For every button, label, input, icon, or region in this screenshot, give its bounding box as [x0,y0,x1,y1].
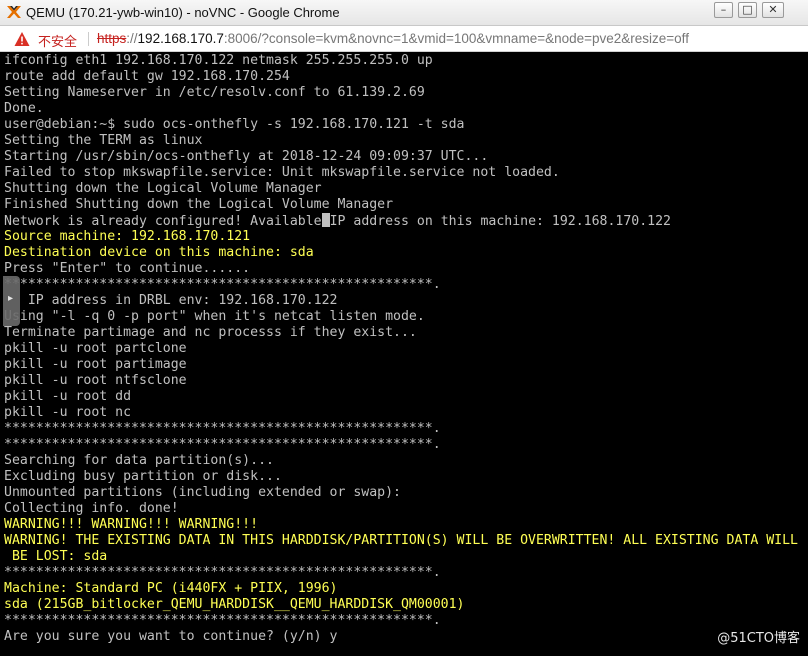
terminal-line: Excluding busy partition or disk... [4,469,282,484]
url-protocol: https [97,31,127,46]
terminal-line: pkill -u root partclone [4,341,187,356]
novnc-sidebar-handle[interactable]: ▸ [3,276,20,326]
terminal-line: Shutting down the Logical Volume Manager [4,181,322,196]
security-label[interactable]: 不安全 [38,31,77,50]
terminal-line: ****************************************… [4,437,441,452]
chevron-right-icon: ▸ [8,293,14,304]
terminal-line: pkill -u root ntfsclone [4,373,187,388]
terminal-line: Setting Nameserver in /etc/resolv.conf t… [4,85,425,100]
terminal-line: Starting /usr/sbin/ocs-onthefly at 2018-… [4,149,489,164]
maximize-button[interactable]: □ [738,2,757,18]
terminal-line: ****************************************… [4,613,441,628]
terminal-line-text: IP address on this machine: 192.168.170.… [329,214,671,229]
terminal-line: Using "-l -q 0 -p port" when it's netcat… [4,309,425,324]
terminal-line: Setting the TERM as linux [4,133,203,148]
terminal-line: IP address in DRBL env: 192.168.170.122 [4,293,338,308]
terminal-line: sda (215GB_bitlocker_QEMU_HARDDISK__QEMU… [4,597,465,612]
terminal-line: Failed to stop mkswapfile.service: Unit … [4,165,560,180]
terminal-cursor [321,213,330,227]
terminal-line: pkill -u root partimage [4,357,187,372]
terminal-line: Are you sure you want to continue? (y/n)… [4,629,338,644]
terminal-line: Machine: Standard PC (i440FX + PIIX, 199… [4,581,338,596]
url-path: :8006/?console=kvm&novnc=1&vmid=100&vmna… [223,31,689,46]
browser-window: QEMU (170.21-ywb-win10) - noVNC - Google… [0,0,808,656]
terminal-line: ifconfig eth1 192.168.170.122 netmask 25… [4,53,433,68]
address-bar[interactable]: 不安全 https://192.168.170.7:8006/?console=… [0,26,808,52]
terminal-line: WARNING! THE EXISTING DATA IN THIS HARDD… [4,533,798,548]
url-field[interactable]: https://192.168.170.7:8006/?console=kvm&… [97,31,689,46]
terminal-line: Terminate partimage and nc processs if t… [4,325,417,340]
url-host: 192.168.170.7 [137,31,224,46]
terminal-line: Finished Shutting down the Logical Volum… [4,197,394,212]
terminal-line-text: Network is already configured! Available [4,214,322,229]
terminal-line: route add default gw 192.168.170.254 [4,69,290,84]
terminal-line: ****************************************… [4,421,441,436]
window-title: QEMU (170.21-ywb-win10) - noVNC - Google… [26,5,340,20]
warning-triangle-icon[interactable] [14,31,30,47]
terminal-line: Searching for data partition(s)... [4,453,274,468]
url-separator: :// [126,31,138,46]
terminal-line: pkill -u root dd [4,389,132,404]
terminal-line: WARNING!!! WARNING!!! WARNING!!! [4,517,259,532]
terminal-line: Press "Enter" to continue...... [4,261,251,276]
title-bar[interactable]: QEMU (170.21-ywb-win10) - noVNC - Google… [0,0,808,26]
terminal-line: ****************************************… [4,277,441,292]
terminal-line: user@debian:~$ sudo ocs-onthefly -s 192.… [4,117,465,132]
minimize-button[interactable]: – [714,2,733,18]
vnc-terminal-screen[interactable]: ifconfig eth1 192.168.170.122 netmask 25… [0,52,808,656]
proxmox-logo-icon [7,6,21,18]
terminal-line: Network is already configured! Available… [4,213,671,230]
terminal-line: Done. [4,101,44,116]
terminal-line: BE LOST: sda [4,549,108,564]
terminal-line: Source machine: 192.168.170.121 [4,229,251,244]
terminal-line: pkill -u root nc [4,405,132,420]
terminal-line: Unmounted partitions (including extended… [4,485,401,500]
terminal-line: ****************************************… [4,565,441,580]
terminal-line: Destination device on this machine: sda [4,245,314,260]
watermark: @51CTO博客 [717,631,800,646]
address-divider [88,32,89,46]
terminal-line: Collecting info. done! [4,501,179,516]
close-button[interactable]: ✕ [762,2,784,18]
